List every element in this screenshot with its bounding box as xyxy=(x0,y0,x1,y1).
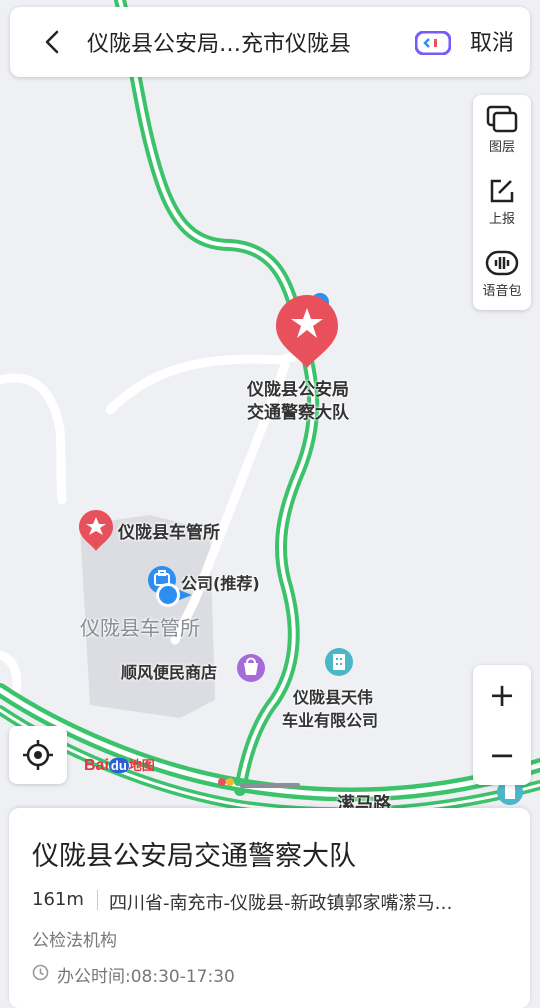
voice-pack-label: 语音包 xyxy=(482,284,522,299)
address-text: 四川省-南充市-仪陇县-新政镇郭家嘴潆马… xyxy=(109,893,453,914)
police-label-line1[interactable]: 仪陇县公安局 xyxy=(247,375,349,400)
map-tools-panel: 图层 上报 语音包 xyxy=(473,95,531,310)
distance-text: 161m xyxy=(32,889,84,910)
zoom-out-button[interactable]: − xyxy=(473,725,531,785)
cancel-button[interactable]: 取消 xyxy=(470,25,514,57)
locate-button[interactable] xyxy=(9,726,67,784)
layers-icon xyxy=(486,105,518,133)
category-text: 公检法机构 xyxy=(32,931,117,951)
area-label: 仪陇县车管所 xyxy=(80,616,200,640)
edit-icon xyxy=(490,179,514,203)
crosshair-icon xyxy=(23,740,53,770)
baidu-map-logo: Bai du 地图 xyxy=(84,757,155,774)
store-icon[interactable] xyxy=(237,654,265,682)
zoom-controls: + − xyxy=(473,665,531,785)
search-query[interactable]: 仪陇县公安局…充市仪陇县 xyxy=(87,26,351,58)
company-building-icon[interactable] xyxy=(325,648,353,676)
zoom-in-button[interactable]: + xyxy=(473,665,531,725)
company-label[interactable]: 公司(推荐) xyxy=(181,570,260,594)
dmv-label[interactable]: 仪陇县车管所 xyxy=(118,518,220,543)
layers-label: 图层 xyxy=(488,140,515,155)
divider xyxy=(97,890,98,910)
assistant-icon[interactable] xyxy=(415,31,451,55)
tianwei-label-line1[interactable]: 仪陇县天伟 xyxy=(293,684,373,708)
back-arrow-icon[interactable] xyxy=(38,27,68,57)
police-label-line2[interactable]: 交通警察大队 xyxy=(247,398,349,423)
report-label: 上报 xyxy=(488,212,515,227)
place-title: 仪陇县公安局交通警察大队 xyxy=(32,841,356,872)
tianwei-label-line2[interactable]: 车业有限公司 xyxy=(282,707,378,731)
office-hours-text: 办公时间:08:30-17:30 xyxy=(57,967,235,987)
store-label[interactable]: 顺风便民商店 xyxy=(121,659,217,683)
report-button[interactable]: 上报 xyxy=(473,167,531,237)
voice-pack-button[interactable]: 语音包 xyxy=(473,239,531,309)
layers-button[interactable]: 图层 xyxy=(473,95,531,165)
voice-pack-icon xyxy=(485,250,519,276)
clock-icon xyxy=(32,964,49,981)
search-bar[interactable]: 仪陇县公安局…充市仪陇县 取消 xyxy=(10,7,530,77)
place-detail-card[interactable]: 仪陇县公安局交通警察大队 161m 四川省-南充市-仪陇县-新政镇郭家嘴潆马… … xyxy=(9,808,530,1008)
